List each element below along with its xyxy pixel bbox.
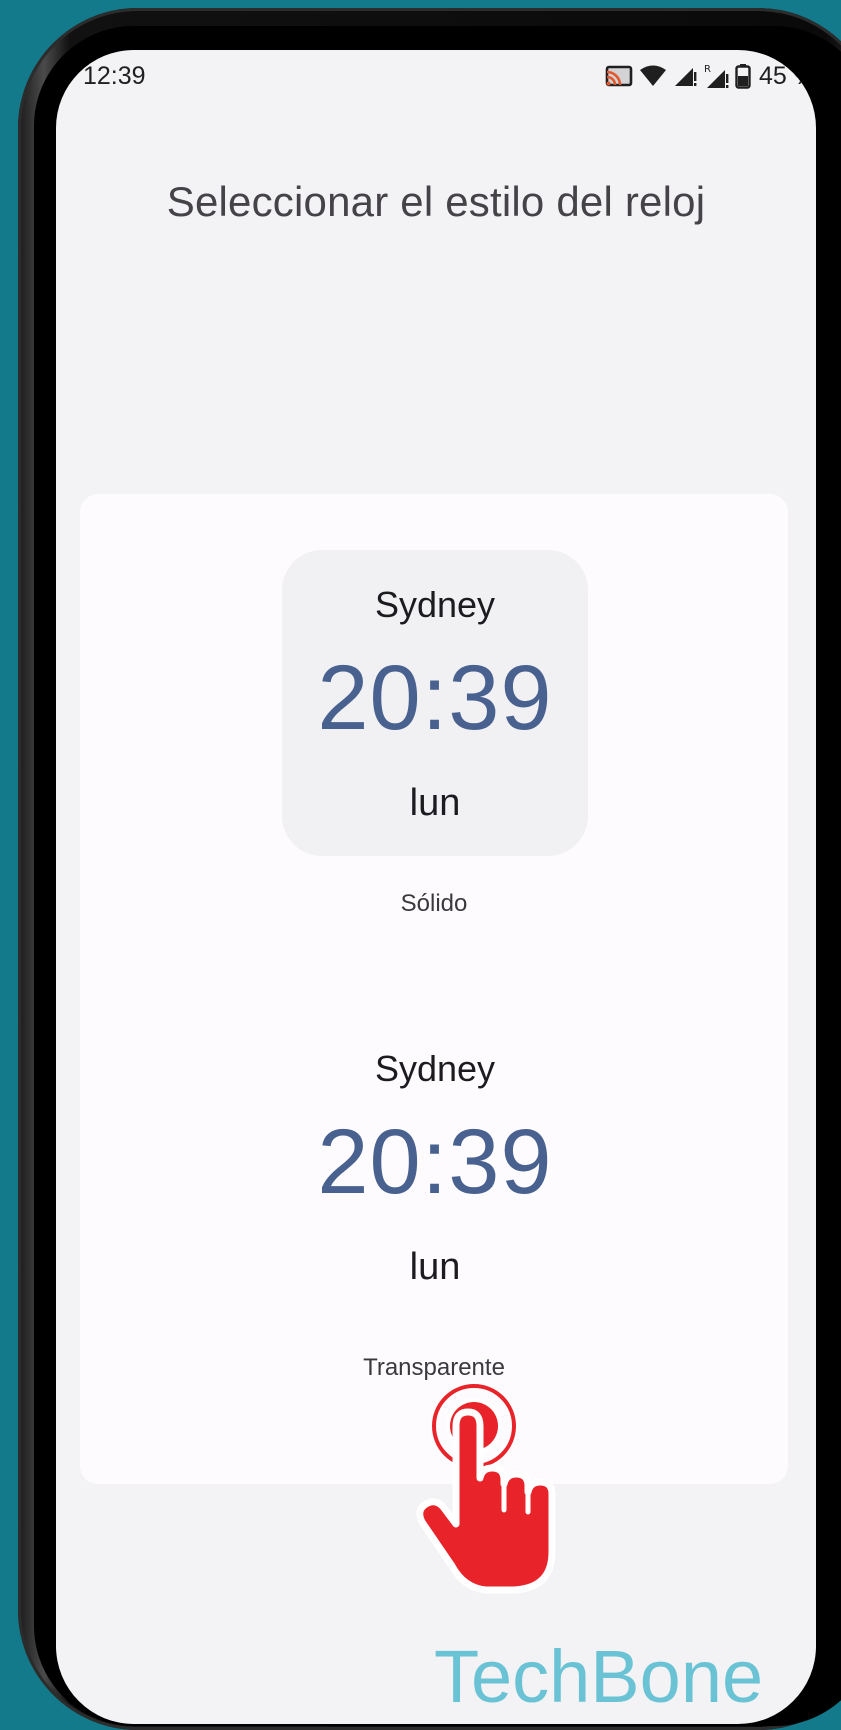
clock-style-card: Sydney 20:39 lun Sólido Sydney 20:39 lun…	[80, 494, 788, 1484]
clock-preview-transparent[interactable]: Sydney 20:39 lun	[282, 1014, 588, 1320]
watermark-logo: TechBone	[434, 1635, 764, 1718]
status-icons: R 45 %	[605, 58, 816, 94]
wifi-icon	[639, 64, 667, 88]
signal-icon	[673, 64, 697, 88]
page-title: Seleccionar el estilo del reloj	[166, 178, 706, 225]
status-bar: 12:39 R 45 %	[56, 50, 816, 100]
clock-style-label-transparent: Transparente	[363, 1354, 505, 1381]
clock-preview-solid[interactable]: Sydney 20:39 lun	[282, 550, 588, 856]
clock-time: 20:39	[317, 647, 553, 749]
status-time: 12:39	[83, 62, 146, 90]
clock-style-label-solid: Sólido	[400, 890, 468, 917]
clock-day: lun	[409, 1246, 461, 1288]
clock-time: 20:39	[317, 1111, 553, 1213]
battery-percentage: 45 %	[759, 61, 816, 90]
battery-icon	[735, 63, 751, 89]
signal-roaming-icon: R	[703, 63, 729, 89]
clock-city: Sydney	[374, 1048, 496, 1089]
cast-icon	[605, 64, 633, 88]
clock-day: lun	[409, 782, 461, 824]
tap-indicator-hand-icon	[416, 1382, 556, 1596]
clock-city: Sydney	[374, 584, 496, 625]
svg-text:R: R	[704, 64, 711, 75]
